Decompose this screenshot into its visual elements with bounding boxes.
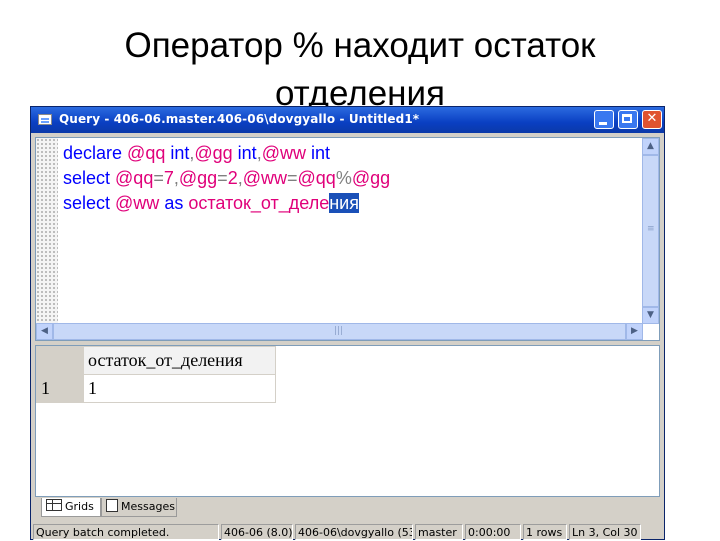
tab-grids[interactable]: Grids: [41, 498, 101, 517]
code-line-1: declare @qq int,@gg int,@ww int: [63, 143, 330, 163]
close-button[interactable]: ✕: [642, 110, 662, 129]
horizontal-scroll-thumb[interactable]: |||: [53, 323, 626, 340]
editor-gutter: [36, 138, 58, 324]
column-header[interactable]: остаток_от_деления: [83, 346, 276, 375]
text-selection: ния: [329, 193, 359, 213]
title-bar[interactable]: Query - 406-06.master.406-06\dovgyallo -…: [31, 107, 664, 133]
slide-title: Оператор % находит остаток отделения: [0, 22, 720, 118]
code-line-3: select @ww as остаток_от_деления: [63, 193, 359, 213]
scroll-down-button[interactable]: ▼: [642, 307, 659, 324]
row-number[interactable]: 1: [36, 374, 84, 403]
results-grid: остаток_от_деления 1 1: [36, 346, 276, 403]
results-pane: остаток_от_деления 1 1: [35, 345, 660, 497]
status-bar: Query batch completed. 406-06 (8.0) 406-…: [31, 523, 664, 541]
sql-code[interactable]: declare @qq int,@gg int,@ww int select @q…: [63, 141, 390, 216]
status-row-count: 1 rows: [523, 524, 567, 540]
maximize-button[interactable]: [618, 110, 638, 129]
status-cursor-position: Ln 3, Col 30: [569, 524, 641, 540]
grid-icon: [46, 499, 62, 511]
editor-horizontal-scrollbar[interactable]: ◀ ||| ▶: [36, 323, 643, 340]
table-row: 1 1: [36, 374, 276, 403]
messages-icon: [106, 499, 118, 512]
query-window-icon: [38, 114, 52, 125]
grid-corner: [36, 346, 84, 375]
editor-vertical-scrollbar[interactable]: ▲ ≡ ▼: [642, 138, 659, 324]
scroll-left-button[interactable]: ◀: [36, 323, 53, 340]
scroll-up-button[interactable]: ▲: [642, 138, 659, 155]
tab-messages-label: Messages: [121, 500, 175, 513]
status-elapsed-time: 0:00:00: [465, 524, 521, 540]
status-database: master: [415, 524, 463, 540]
tab-messages[interactable]: Messages: [101, 498, 177, 517]
results-tabs: Grids Messages: [35, 498, 660, 518]
scroll-right-button[interactable]: ▶: [626, 323, 643, 340]
slide-title-line-1: Оператор % находит остаток: [124, 26, 596, 65]
results-header-row: остаток_от_деления: [36, 346, 276, 375]
vertical-scroll-thumb[interactable]: ≡: [642, 155, 659, 307]
query-editor[interactable]: declare @qq int,@gg int,@ww int select @q…: [35, 137, 660, 341]
result-cell[interactable]: 1: [83, 374, 276, 403]
status-server: 406-06 (8.0): [221, 524, 293, 540]
window-title: Query - 406-06.master.406-06\dovgyallo -…: [59, 112, 420, 126]
status-user: 406-06\dovgyallo (53): [295, 524, 413, 540]
query-window: Query - 406-06.master.406-06\dovgyallo -…: [30, 106, 665, 540]
minimize-button[interactable]: [594, 110, 614, 129]
tab-grids-label: Grids: [65, 500, 94, 513]
status-message: Query batch completed.: [33, 524, 219, 540]
code-line-2: select @qq=7,@gg=2,@ww=@qq%@gg: [63, 168, 391, 188]
